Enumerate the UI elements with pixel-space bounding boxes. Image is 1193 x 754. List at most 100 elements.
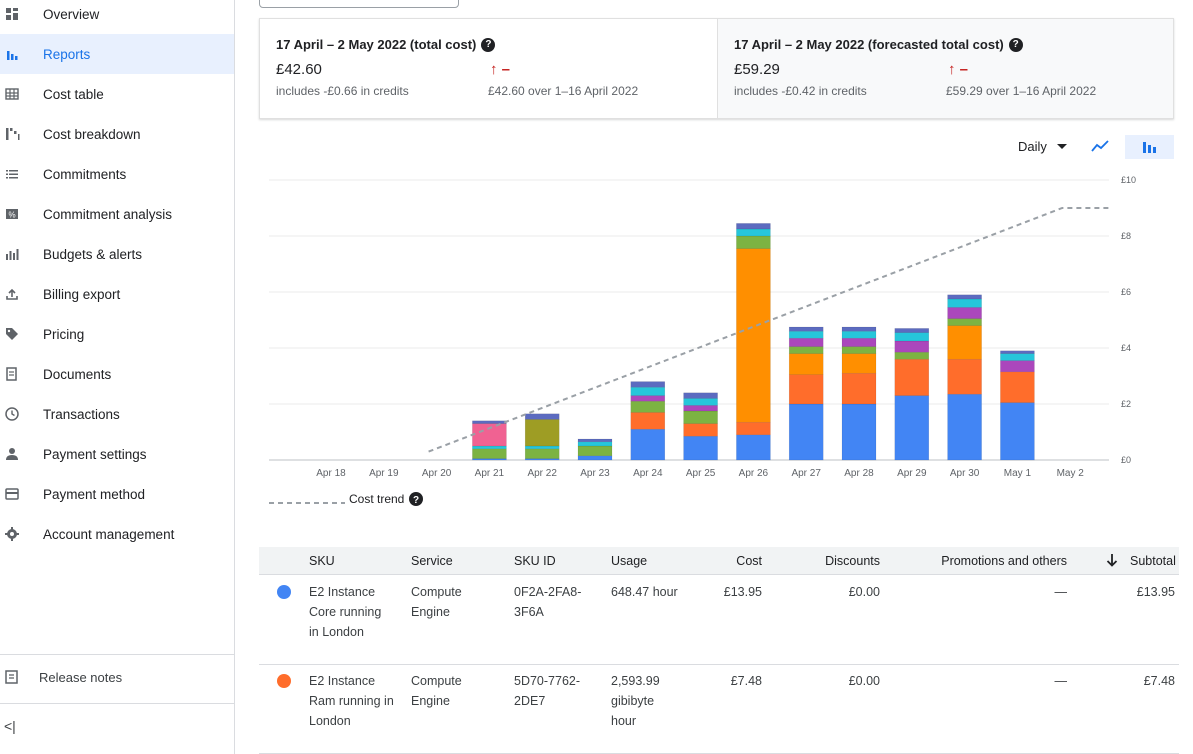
col-service[interactable]: Service <box>411 554 453 568</box>
sidebar-item-payment-settings[interactable]: Payment settings <box>0 434 234 474</box>
usage-value: 2,593.99 gibibyte hour <box>611 674 660 728</box>
sidebar-item-reports[interactable]: Reports <box>0 34 234 74</box>
sidebar-item-overview[interactable]: Overview <box>0 0 234 34</box>
discounts-value: £0.00 <box>848 585 880 599</box>
promotions-value: — <box>1054 585 1068 599</box>
sku-id: 0F2A-2FA8-3F6A <box>514 585 582 619</box>
x-tick-label: Apr 21 <box>475 468 505 479</box>
total-cost-credits: includes -£0.66 in credits <box>276 84 409 98</box>
bar-segment <box>841 403 877 461</box>
bar-segment <box>841 372 877 405</box>
bar-segment <box>947 393 982 461</box>
granularity-value: Daily <box>1018 139 1047 154</box>
sidebar-item-payment-method[interactable]: Payment method <box>0 474 234 514</box>
total-cost-title-text: 17 April – 2 May 2022 (total cost) <box>276 37 477 52</box>
bar-segment <box>947 358 982 395</box>
bar-segment <box>736 434 771 461</box>
x-tick-label: Apr 22 <box>527 468 557 479</box>
sidebar-item-label: Commitments <box>43 166 127 182</box>
bar-segment <box>1000 402 1035 461</box>
bar-segment <box>947 307 982 319</box>
help-icon[interactable]: ? <box>481 37 496 52</box>
bar-segment <box>1000 371 1035 403</box>
granularity-dropdown[interactable]: Daily <box>1018 139 1067 154</box>
col-sku[interactable]: SKU <box>309 554 335 568</box>
tag-icon <box>6 328 18 340</box>
bar-segment <box>736 228 771 237</box>
sidebar-item-pricing[interactable]: Pricing <box>0 314 234 354</box>
bar-segment <box>894 332 930 342</box>
sidebar-item-billing-export[interactable]: Billing export <box>0 274 234 314</box>
forecast-cost-amount: £59.29 <box>734 61 780 78</box>
sort-arrow-down-icon[interactable] <box>1106 553 1118 567</box>
sidebar-item-commitment-analysis[interactable]: % Commitment analysis <box>0 194 234 234</box>
col-sku-id[interactable]: SKU ID <box>514 554 556 568</box>
col-cost[interactable]: Cost <box>699 554 762 568</box>
bar-segment <box>788 374 824 405</box>
total-cost-amount: £42.60 <box>276 61 322 78</box>
bar-segment <box>894 328 930 333</box>
bar-segment <box>683 435 718 461</box>
x-tick-label: Apr 26 <box>739 468 769 479</box>
y-tick-label: £8 <box>1121 231 1131 241</box>
sidebar-item-documents[interactable]: Documents <box>0 354 234 394</box>
help-icon[interactable]: ? <box>1008 37 1023 52</box>
person-icon <box>6 448 18 460</box>
bar-segment <box>894 340 930 353</box>
x-tick-label: Apr 20 <box>422 468 452 479</box>
bar-segment <box>788 337 824 347</box>
sidebar-item-label: Cost table <box>43 86 104 102</box>
release-notes-link[interactable]: Release notes <box>0 657 234 697</box>
collapse-sidebar-icon[interactable]: <| <box>4 718 18 734</box>
bar-segment <box>577 441 613 447</box>
sidebar-item-budgets-alerts[interactable]: Budgets & alerts <box>0 234 234 274</box>
sidebar-divider <box>0 654 234 655</box>
col-usage[interactable]: Usage <box>611 554 647 568</box>
table-icon <box>5 88 19 100</box>
bar-segment <box>577 455 613 461</box>
subtotal-value: £7.48 <box>1143 674 1175 688</box>
forecast-cost-comparison: £59.29 over 1–16 April 2022 <box>946 84 1097 98</box>
sidebar-item-account-management[interactable]: Account management <box>0 514 234 554</box>
sku-name: E2 Instance Core running in London <box>309 585 382 639</box>
sidebar-item-label: Billing export <box>43 286 121 302</box>
table-row[interactable]: E2 Instance Core running in London Comput… <box>259 576 1179 665</box>
sidebar-item-transactions[interactable]: Transactions <box>0 394 234 434</box>
table-row[interactable]: E2 Instance Ram running in London Compute… <box>259 665 1179 754</box>
sidebar-item-cost-breakdown[interactable]: Cost breakdown <box>0 114 234 154</box>
filter-control-partial[interactable] <box>259 0 459 8</box>
bar-segment <box>630 381 666 388</box>
billing-reports-page: Overview Reports Cost table Cost breakdown C… <box>0 0 1193 754</box>
sidebar-item-label: Commitment analysis <box>43 206 173 222</box>
bar-segment <box>841 326 877 332</box>
bar-segment <box>472 423 507 447</box>
line-chart-toggle-icon[interactable] <box>1088 135 1112 157</box>
col-subtotal[interactable]: Subtotal <box>1130 554 1176 568</box>
x-tick-label: Apr 29 <box>897 468 927 479</box>
sku-id: 5D70-7762-2DE7 <box>514 674 581 708</box>
y-tick-label: £10 <box>1121 175 1136 185</box>
bar-chart-toggle-button[interactable] <box>1125 135 1174 159</box>
x-tick-label: May 1 <box>1004 468 1032 479</box>
bar-segment <box>630 386 666 396</box>
bar-segment <box>472 420 507 424</box>
bar-segment <box>472 448 507 459</box>
col-promotions[interactable]: Promotions and others <box>919 554 1067 568</box>
sidebar-item-commitments[interactable]: Commitments <box>0 154 234 194</box>
credit-card-icon <box>5 488 19 500</box>
bar-segment <box>524 419 560 447</box>
forecast-cost-credits: includes -£0.42 in credits <box>734 84 867 98</box>
bar-chart-icon <box>1143 142 1156 153</box>
total-cost-comparison: £42.60 over 1–16 April 2022 <box>488 84 639 98</box>
bar-segment <box>683 398 718 406</box>
release-notes-icon <box>5 670 18 684</box>
y-tick-label: £0 <box>1121 455 1131 465</box>
bar-segment <box>788 326 824 332</box>
bar-segment <box>841 346 877 354</box>
col-discounts[interactable]: Discounts <box>799 554 880 568</box>
service-name: Compute Engine <box>411 674 462 708</box>
bar-segment <box>524 445 560 450</box>
usage-value: 648.47 hour <box>611 585 678 599</box>
bar-segment <box>947 298 982 308</box>
sidebar-item-cost-table[interactable]: Cost table <box>0 74 234 114</box>
